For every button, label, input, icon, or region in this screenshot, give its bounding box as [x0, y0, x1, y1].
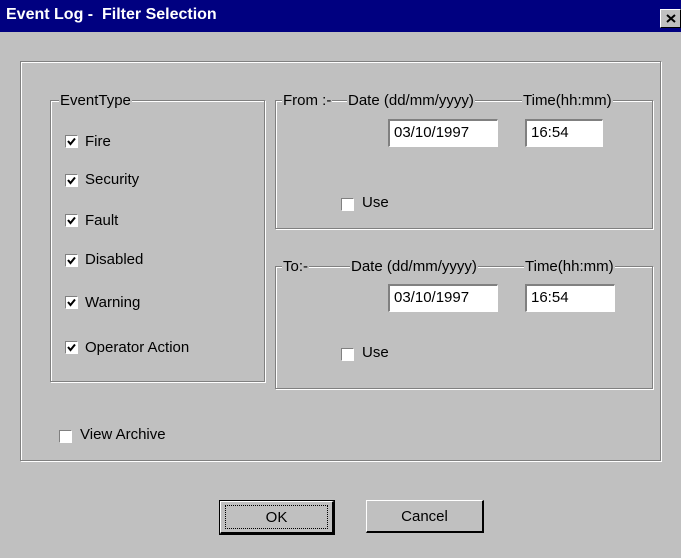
- close-button[interactable]: [660, 9, 681, 28]
- event-type-legend: EventType: [59, 92, 132, 109]
- checkbox-operator-action-label: Operator Action: [85, 339, 190, 356]
- checkbox-fault-label: Fault: [85, 212, 119, 229]
- to-time-label: Time(hh:mm): [524, 258, 615, 275]
- checkbox-fire[interactable]: [65, 135, 78, 148]
- checkmark-icon: [67, 137, 76, 146]
- from-date-input[interactable]: 03/10/1997: [388, 119, 498, 147]
- from-use-checkbox[interactable]: [341, 198, 354, 211]
- checkbox-security[interactable]: [65, 174, 78, 187]
- from-time-input[interactable]: 16:54: [525, 119, 603, 147]
- from-date-label: Date (dd/mm/yyyy): [347, 92, 475, 109]
- cancel-button-label: Cancel: [401, 508, 448, 525]
- to-date-label: Date (dd/mm/yyyy): [350, 258, 478, 275]
- close-icon: [666, 14, 676, 23]
- checkbox-security-label: Security: [85, 171, 140, 188]
- view-archive-label: View Archive: [80, 426, 166, 443]
- ok-button[interactable]: OK: [219, 500, 335, 535]
- to-use-label: Use: [362, 344, 389, 361]
- cancel-button[interactable]: Cancel: [366, 500, 484, 533]
- checkmark-icon: [67, 176, 76, 185]
- to-time-input[interactable]: 16:54: [525, 284, 615, 312]
- checkmark-icon: [67, 216, 76, 225]
- checkbox-fault[interactable]: [65, 214, 78, 227]
- window-title: Event Log - Filter Selection: [6, 6, 217, 23]
- title-bar[interactable]: Event Log - Filter Selection: [0, 0, 681, 32]
- checkmark-icon: [67, 298, 76, 307]
- to-use-checkbox[interactable]: [341, 348, 354, 361]
- checkmark-icon: [67, 343, 76, 352]
- from-legend: From :-: [282, 92, 333, 109]
- checkbox-disabled[interactable]: [65, 254, 78, 267]
- checkmark-icon: [67, 256, 76, 265]
- from-use-label: Use: [362, 194, 389, 211]
- from-time-label: Time(hh:mm): [522, 92, 613, 109]
- checkbox-fire-label: Fire: [85, 133, 111, 150]
- to-date-input[interactable]: 03/10/1997: [388, 284, 498, 312]
- checkbox-disabled-label: Disabled: [85, 251, 144, 268]
- dialog-window: Event Log - Filter Selection EventType F…: [0, 0, 681, 558]
- checkbox-warning-label: Warning: [85, 294, 141, 311]
- checkbox-warning[interactable]: [65, 296, 78, 309]
- checkbox-operator-action[interactable]: [65, 341, 78, 354]
- to-legend: To:-: [282, 258, 310, 275]
- view-archive-checkbox[interactable]: [59, 430, 72, 443]
- focus-indicator: [225, 505, 328, 529]
